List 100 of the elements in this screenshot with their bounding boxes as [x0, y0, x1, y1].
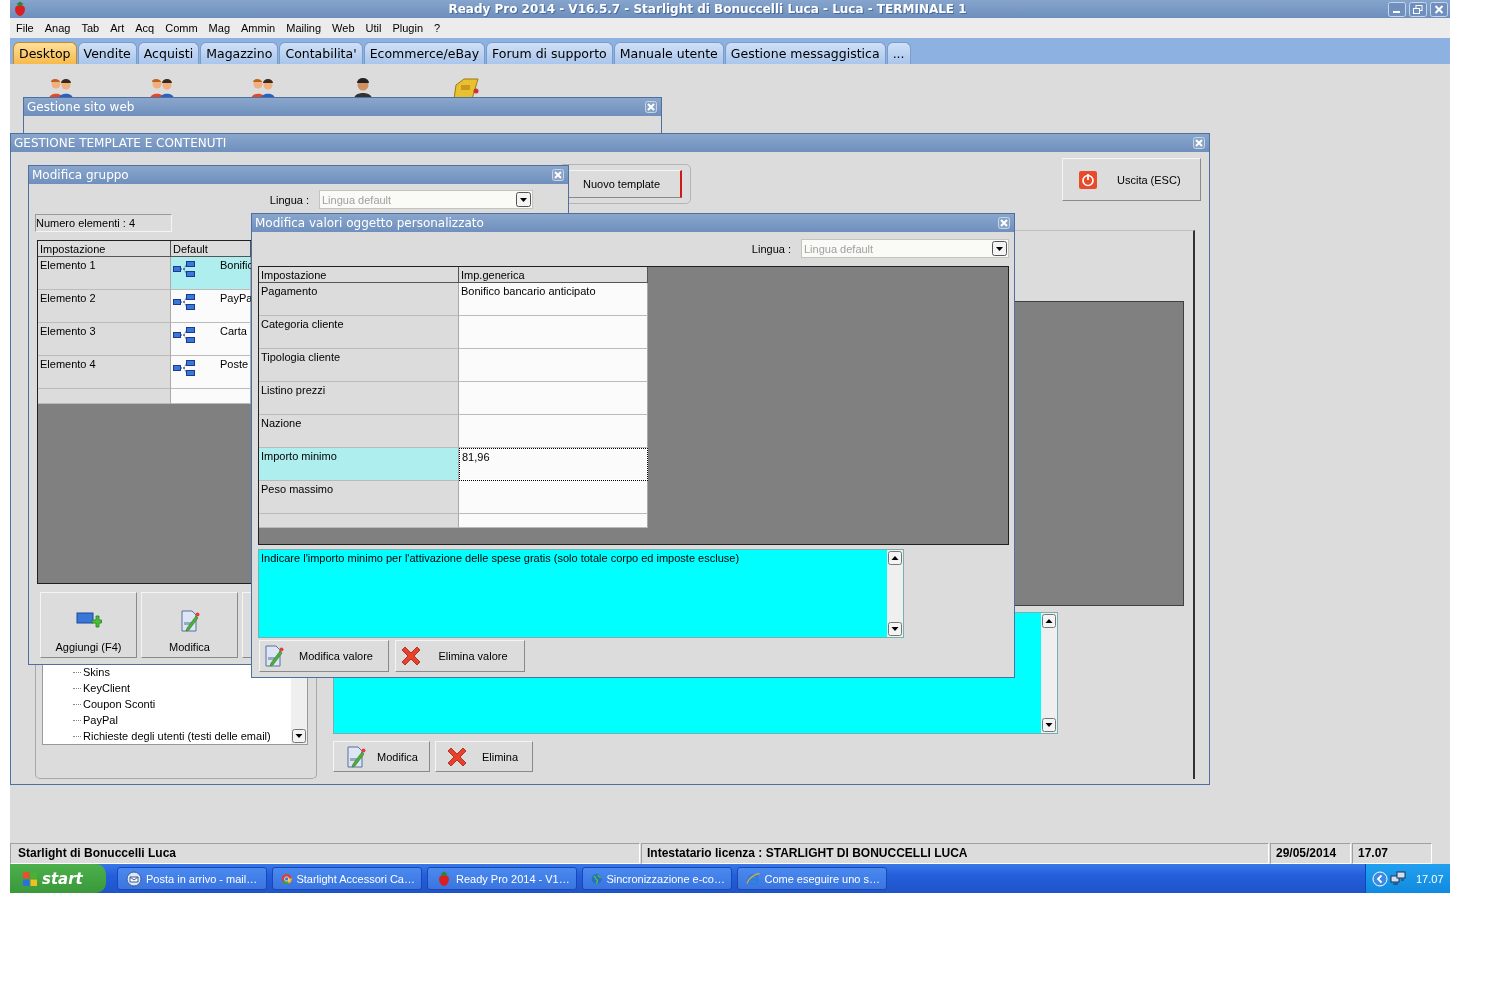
- mail-icon: [126, 870, 142, 887]
- status-text: Intestatario licenza : STARLIGHT DI BONUCCELLI LUCA: [641, 843, 1269, 864]
- column-header[interactable]: Impostazione: [259, 267, 459, 283]
- hierarchy-icon: [173, 260, 195, 278]
- window-title: Modifica gruppo: [32, 168, 130, 182]
- tab[interactable]: Forum di supporto: [486, 42, 613, 64]
- language-dropdown[interactable]: Lingua default: [801, 239, 1009, 258]
- tab[interactable]: ...: [886, 42, 911, 64]
- delete-icon: [400, 645, 422, 667]
- exit-button[interactable]: Uscita (ESC): [1062, 158, 1201, 201]
- close-icon[interactable]: [1193, 137, 1205, 149]
- status-text: 29/05/2014: [1270, 843, 1351, 864]
- cell-text: Carta: [220, 325, 247, 337]
- tab[interactable]: Desktop: [13, 42, 77, 64]
- scroll-up-button[interactable]: [1042, 614, 1056, 628]
- document-pencil-icon: [179, 610, 200, 632]
- close-icon[interactable]: [1430, 1, 1448, 17]
- delete-icon: [446, 745, 468, 768]
- scrollbar[interactable]: [1041, 613, 1057, 733]
- menu-item[interactable]: Mag: [208, 22, 236, 34]
- description-text: Indicare l'importo minimo per l'attivazione delle spese gratis (solo totale corpo ed imposte escluse): [260, 551, 741, 566]
- table-cell: Nazione: [259, 415, 459, 448]
- menu-item[interactable]: Mailing: [286, 22, 328, 34]
- table-cell: Pagamento: [259, 283, 459, 316]
- close-icon[interactable]: [998, 217, 1010, 229]
- table-cell: Elemento 1: [38, 257, 171, 290]
- toolbar-button[interactable]: Modifica valore: [259, 640, 389, 672]
- document-pencil-icon: [346, 745, 366, 768]
- power-icon: [1079, 170, 1097, 189]
- taskbar-button[interactable]: Come eseguire uno s…: [737, 867, 887, 890]
- tree-item[interactable]: Richieste degli utenti (testi delle email): [83, 730, 271, 742]
- taskbar-button[interactable]: Sincronizzazione e-co…: [582, 867, 732, 890]
- menu-item[interactable]: Plugin: [392, 22, 429, 34]
- tree-item[interactable]: PayPal: [83, 714, 118, 726]
- window-title: Modifica valori oggetto personalizzato: [255, 216, 485, 230]
- chevron-icon[interactable]: [1372, 870, 1388, 887]
- menu-item[interactable]: Anag: [44, 22, 77, 34]
- tab[interactable]: Gestione messaggistica: [724, 42, 886, 64]
- tab[interactable]: Magazzino: [200, 42, 279, 64]
- table-cell: Elemento 3: [38, 323, 171, 356]
- tab[interactable]: Vendite: [77, 42, 137, 64]
- table-cell: Categoria cliente: [259, 316, 459, 349]
- window-title: Ready Pro 2014 - V16.5.7 - Starlight di Bonuccelli Luca - Luca - TERMINALE 1: [447, 2, 968, 16]
- status-text: 17.07: [1352, 843, 1432, 864]
- toolbar-button[interactable]: Aggiungi (F4): [40, 592, 137, 658]
- column-header[interactable]: Impostazione: [38, 241, 171, 257]
- menu-item[interactable]: Acq: [135, 22, 161, 34]
- menu-item[interactable]: Util: [365, 22, 388, 34]
- network-icon[interactable]: [1390, 870, 1406, 887]
- scrollbar[interactable]: [887, 550, 903, 637]
- field-label: Lingua :: [269, 193, 309, 206]
- minimize-icon[interactable]: [1388, 1, 1406, 17]
- menu-item[interactable]: File: [16, 22, 40, 34]
- close-icon[interactable]: [552, 169, 564, 181]
- language-dropdown[interactable]: Lingua default: [319, 190, 533, 209]
- column-header[interactable]: Imp.generica: [459, 267, 648, 283]
- tab[interactable]: Manuale utente: [613, 42, 724, 64]
- toolbar-button[interactable]: Modifica: [333, 741, 430, 772]
- taskbar-button[interactable]: Ready Pro 2014 - V1…: [427, 867, 577, 890]
- table-cell: Listino prezzi: [259, 382, 459, 415]
- taskbar-button[interactable]: Starlight Accessori Ca…: [272, 867, 422, 890]
- table-cell: Elemento 2: [38, 290, 171, 323]
- scroll-down-button[interactable]: [1042, 718, 1056, 732]
- menu-item[interactable]: Comm: [165, 22, 204, 34]
- column-header[interactable]: Default: [171, 241, 251, 257]
- table-cell: 81,96: [459, 448, 648, 481]
- menu-item[interactable]: Ammin: [241, 22, 282, 34]
- menu-item[interactable]: Tab: [81, 22, 106, 34]
- hierarchy-icon: [173, 359, 195, 377]
- status-text: Starlight di Bonuccelli Luca: [10, 843, 640, 864]
- restore-icon[interactable]: [1409, 1, 1427, 17]
- strawberry-icon: [436, 870, 452, 887]
- scroll-down-button[interactable]: [888, 622, 902, 636]
- tree-item[interactable]: Coupon Sconti: [83, 698, 156, 710]
- table-cell: Peso massimo: [259, 481, 459, 514]
- menu-item[interactable]: Web: [332, 22, 361, 34]
- toolbar-button[interactable]: Modifica: [141, 592, 238, 658]
- hierarchy-icon: [173, 293, 195, 311]
- close-icon[interactable]: [645, 101, 657, 113]
- table-cell: Tipologia cliente: [259, 349, 459, 382]
- table-cell: Elemento 4: [38, 356, 171, 389]
- menu-item[interactable]: ?: [434, 22, 447, 34]
- menu-item[interactable]: Art: [110, 22, 131, 34]
- tab[interactable]: Ecommerce/eBay: [363, 42, 486, 64]
- cell-text: PayPa: [220, 292, 253, 304]
- scroll-down-button[interactable]: [292, 729, 306, 743]
- taskbar-button[interactable]: Posta in arrivo - mail…: [117, 867, 267, 890]
- windows-logo-icon: [22, 870, 38, 887]
- toolbar-button[interactable]: Elimina: [435, 741, 533, 772]
- tab[interactable]: Contabilita': [279, 42, 363, 64]
- tab[interactable]: Acquisti: [137, 42, 200, 64]
- scroll-up-button[interactable]: [888, 551, 902, 565]
- strawberry-icon: [13, 1, 27, 17]
- count-label: Numero elementi : 4: [35, 214, 172, 232]
- tree-item[interactable]: Skins: [83, 666, 110, 678]
- hierarchy-icon: [173, 326, 195, 344]
- tree-item[interactable]: KeyClient: [83, 682, 131, 694]
- document-pencil-icon: [264, 645, 284, 667]
- toolbar-button[interactable]: Elimina valore: [395, 640, 525, 672]
- table-cell: Importo minimo: [259, 448, 459, 481]
